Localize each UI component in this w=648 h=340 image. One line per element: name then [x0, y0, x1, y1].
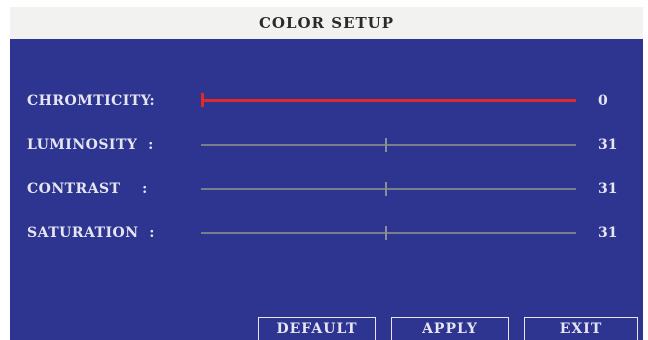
luminosity-label: LUMINOSITY : [27, 137, 154, 153]
luminosity-row[interactable]: LUMINOSITY : 31 [10, 133, 643, 157]
title-bar: COLOR SETUP [10, 7, 643, 39]
saturation-value: 31 [598, 225, 618, 241]
chromticity-slider[interactable] [201, 93, 576, 107]
color-setup-window: COLOR SETUP CHROMTICITY: 0 LUMINOSITY : … [10, 7, 643, 340]
luminosity-slider[interactable] [201, 138, 576, 152]
chromticity-value: 0 [598, 93, 608, 109]
luminosity-slider-thumb[interactable] [385, 138, 387, 152]
chromticity-row[interactable]: CHROMTICITY: 0 [10, 89, 643, 113]
contrast-label: CONTRAST : [27, 181, 148, 197]
contrast-slider-thumb[interactable] [385, 182, 387, 196]
default-button[interactable]: DEFAULT [258, 317, 376, 340]
chromticity-label: CHROMTICITY: [27, 93, 156, 109]
exit-button[interactable]: EXIT [524, 317, 638, 340]
contrast-value: 31 [598, 181, 618, 197]
saturation-slider[interactable] [201, 226, 576, 240]
window-title: COLOR SETUP [258, 14, 395, 32]
chromticity-slider-thumb[interactable] [201, 93, 204, 107]
saturation-label: SATURATION : [27, 225, 155, 241]
luminosity-value: 31 [598, 137, 618, 153]
saturation-slider-thumb[interactable] [385, 226, 387, 240]
contrast-row[interactable]: CONTRAST : 31 [10, 177, 643, 201]
apply-button[interactable]: APPLY [391, 317, 509, 340]
contrast-slider[interactable] [201, 182, 576, 196]
saturation-row[interactable]: SATURATION : 31 [10, 221, 643, 245]
